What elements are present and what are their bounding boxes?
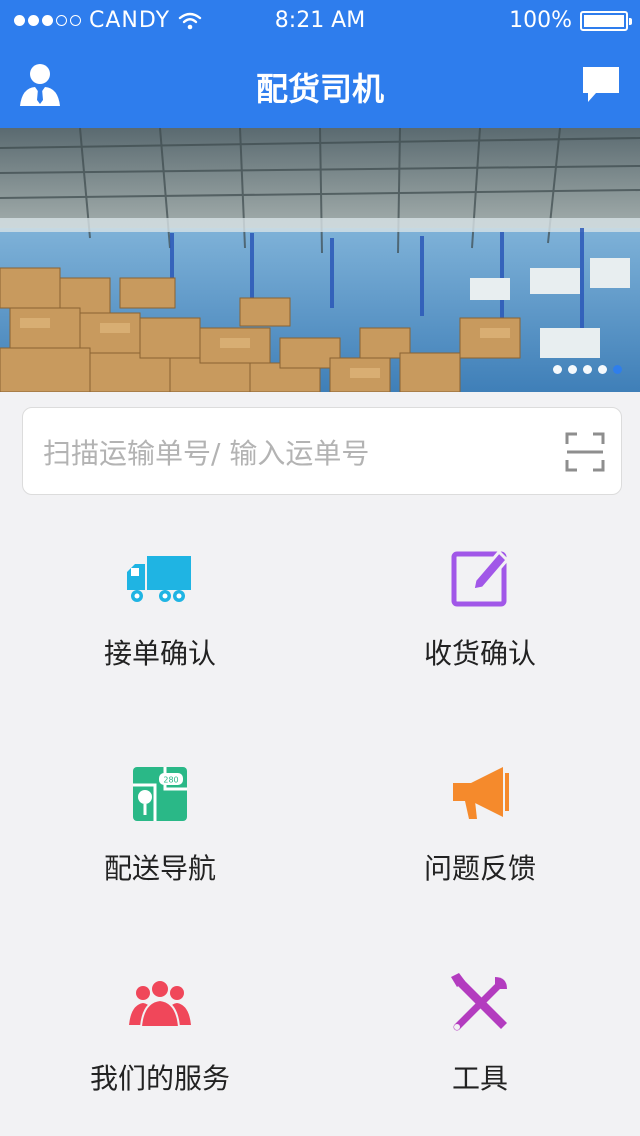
menu-item-our-services[interactable]: 我们的服务 — [0, 955, 320, 1115]
warehouse-image — [0, 128, 640, 392]
menu-label: 接单确认 — [103, 637, 216, 670]
menu-label: 工具 — [451, 1062, 508, 1095]
pager-dot[interactable] — [598, 365, 607, 374]
battery-icon — [580, 10, 632, 31]
menu-label: 我们的服务 — [89, 1062, 230, 1095]
message-icon[interactable] — [580, 64, 622, 106]
status-bar: CANDY 8:21 AM 100% — [0, 0, 640, 40]
pager-dot[interactable] — [583, 365, 592, 374]
group-icon — [129, 979, 191, 1028]
megaphone-icon — [453, 767, 509, 819]
pager-dot-active[interactable] — [613, 365, 622, 374]
nav-bar: 配货司机 — [0, 40, 640, 128]
menu-item-navigation[interactable]: 280 配送导航 — [0, 745, 320, 905]
page-title: 配货司机 — [255, 70, 384, 108]
carousel-pager[interactable] — [553, 365, 622, 374]
menu-item-order-confirm[interactable]: 接单确认 — [0, 530, 320, 690]
scan-icon[interactable] — [565, 432, 605, 472]
status-right: 100% — [509, 8, 632, 33]
search-box[interactable] — [22, 407, 622, 495]
svg-text:280: 280 — [163, 776, 178, 785]
menu-item-receipt-confirm[interactable]: 收货确认 — [320, 530, 640, 690]
truck-icon — [127, 556, 191, 602]
menu-grid: 接单确认 收货确认 280 配送导航 问题反馈 我们的服务 工具 — [0, 530, 640, 1095]
menu-label: 问题反馈 — [423, 852, 536, 885]
waybill-input[interactable] — [41, 430, 545, 476]
menu-label: 收货确认 — [423, 637, 536, 670]
menu-item-tools[interactable]: 工具 — [320, 955, 640, 1115]
map-icon: 280 — [133, 767, 187, 821]
menu-item-feedback[interactable]: 问题反馈 — [320, 745, 640, 905]
pager-dot[interactable] — [568, 365, 577, 374]
menu-label: 配送导航 — [103, 852, 216, 885]
battery-percent: 100% — [509, 8, 572, 33]
edit-icon — [451, 549, 510, 607]
tools-icon — [451, 973, 507, 1031]
pager-dot[interactable] — [553, 365, 562, 374]
banner-carousel[interactable] — [0, 128, 640, 392]
